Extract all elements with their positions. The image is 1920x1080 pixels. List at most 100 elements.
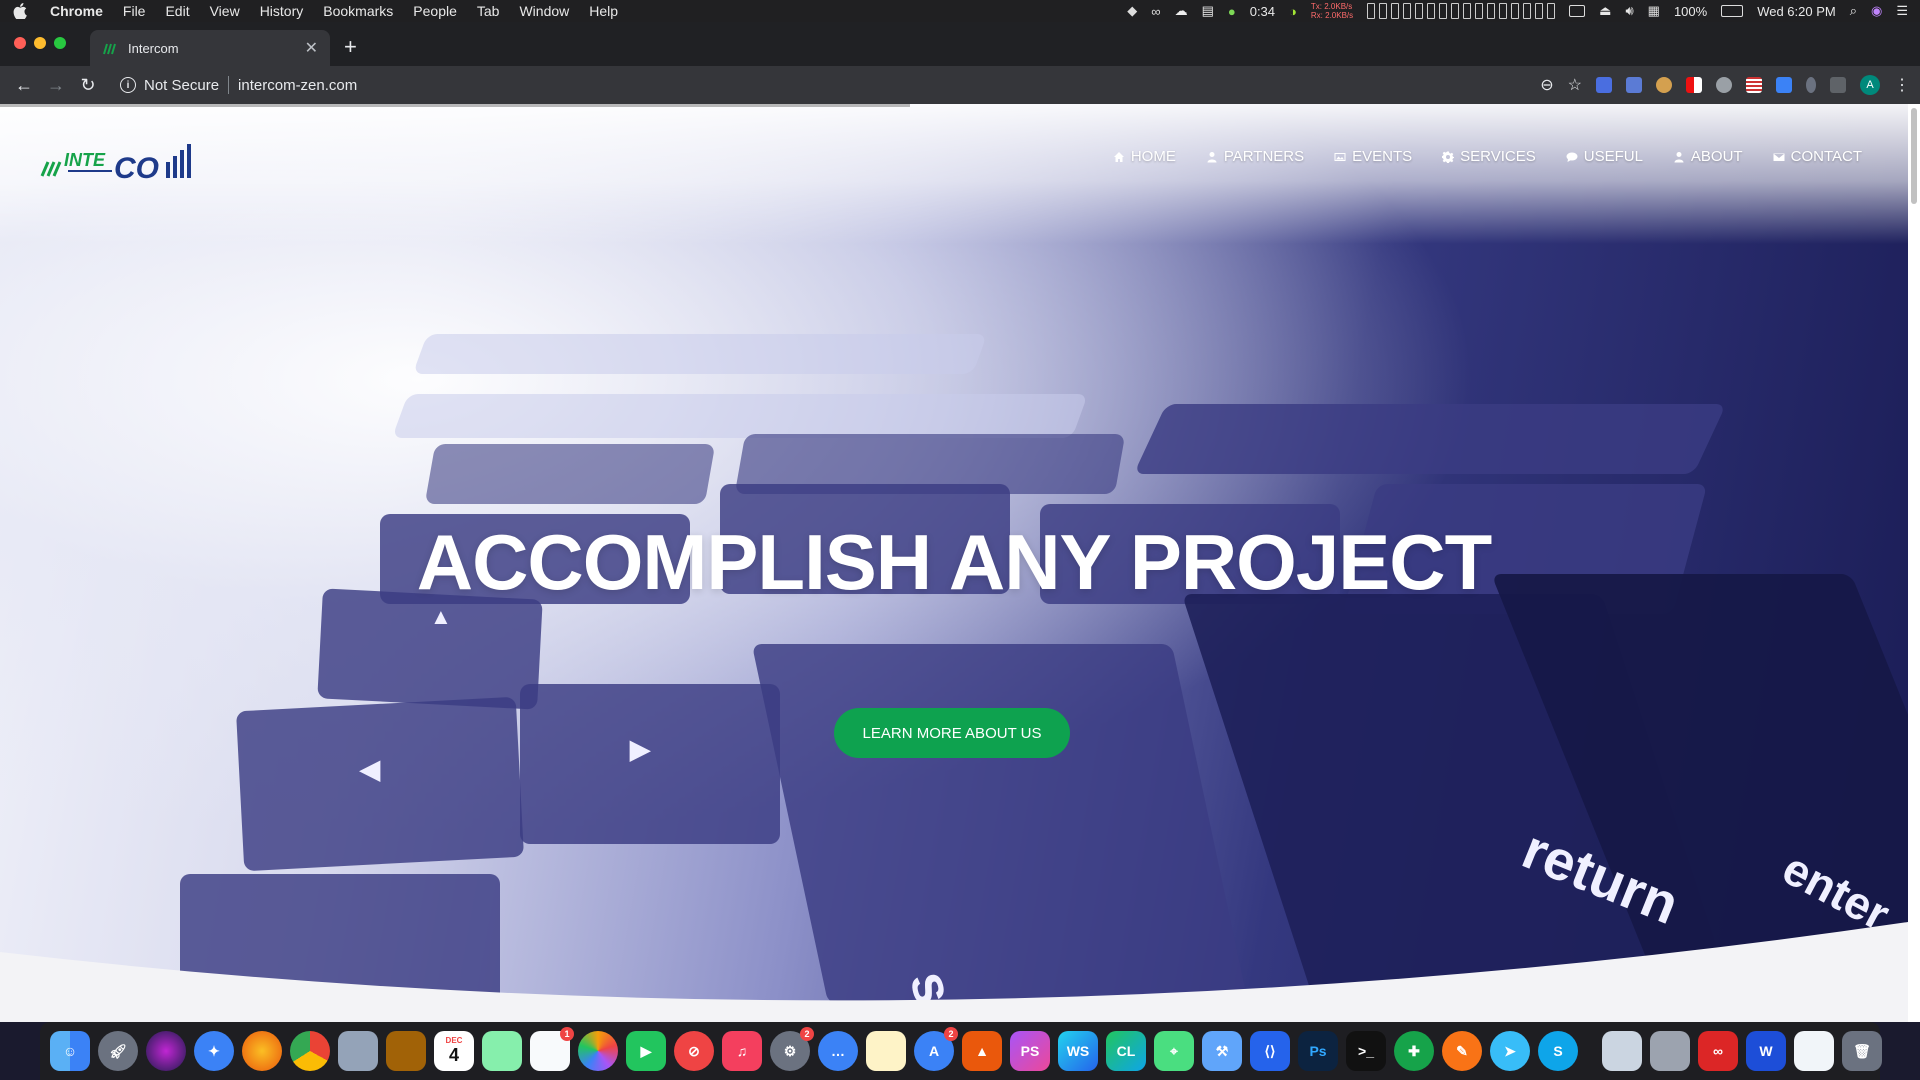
scrollbar-thumb[interactable] bbox=[1911, 108, 1917, 204]
facetime-icon[interactable]: ▶ bbox=[626, 1031, 666, 1071]
browser-tab-intercom[interactable]: Intercom ✕ bbox=[90, 30, 330, 66]
reminders-icon[interactable]: 1 bbox=[530, 1027, 574, 1071]
nav-events[interactable]: EVENTS bbox=[1334, 148, 1412, 165]
archive-icon[interactable] bbox=[1650, 1031, 1690, 1071]
menu-file[interactable]: File bbox=[123, 3, 146, 19]
finder-icon[interactable]: ☺ bbox=[50, 1031, 90, 1071]
photos-icon[interactable] bbox=[578, 1031, 618, 1071]
trash-icon[interactable]: 🗑︎ bbox=[1842, 1031, 1882, 1071]
menu-view[interactable]: View bbox=[210, 3, 240, 19]
back-button[interactable]: ← bbox=[10, 71, 38, 99]
battery-percent[interactable]: 100% bbox=[1674, 4, 1707, 19]
siri-icon[interactable] bbox=[146, 1031, 186, 1071]
volume-icon[interactable]: 🔊︎ bbox=[1625, 3, 1633, 19]
chrome-menu-icon[interactable]: ⋮ bbox=[1894, 75, 1910, 95]
gray-extension-icon[interactable] bbox=[1716, 77, 1732, 93]
nav-useful[interactable]: USEFUL bbox=[1566, 148, 1643, 165]
security-label[interactable]: Not Secure bbox=[144, 77, 219, 94]
launchpad-icon[interactable]: 🚀︎ bbox=[98, 1031, 138, 1071]
photoshop-icon[interactable]: Ps bbox=[1298, 1031, 1338, 1071]
zoom-window-button[interactable] bbox=[54, 37, 66, 49]
matlab-icon[interactable]: ▲ bbox=[962, 1031, 1002, 1071]
battery-icon[interactable] bbox=[1721, 5, 1744, 17]
telegram-icon[interactable]: ➤ bbox=[1490, 1031, 1530, 1071]
code-extension-icon[interactable] bbox=[1830, 77, 1846, 93]
android-studio-icon[interactable]: ⌖ bbox=[1154, 1031, 1194, 1071]
zoom-icon[interactable]: ⊖ bbox=[1540, 75, 1553, 95]
nav-about[interactable]: ABOUT bbox=[1673, 148, 1743, 165]
close-tab-icon[interactable]: ✕ bbox=[305, 38, 318, 58]
menu-bookmarks[interactable]: Bookmarks bbox=[323, 3, 393, 19]
word-icon[interactable]: W bbox=[1746, 1031, 1786, 1071]
menu-app-name[interactable]: Chrome bbox=[50, 3, 103, 19]
pie-chart-icon[interactable]: ◑ bbox=[1289, 4, 1297, 19]
notification-center-icon[interactable]: ☰ bbox=[1896, 3, 1908, 19]
cpu-meter[interactable] bbox=[1367, 3, 1556, 19]
firefox-icon[interactable] bbox=[242, 1031, 282, 1071]
notification-icon[interactable]: ▤ bbox=[1202, 3, 1214, 19]
news-icon[interactable]: ⊘ bbox=[674, 1031, 714, 1071]
menu-tab[interactable]: Tab bbox=[477, 3, 500, 19]
forward-button[interactable]: → bbox=[42, 71, 70, 99]
flag-us-icon[interactable]: ▦ bbox=[1648, 3, 1660, 19]
maps-icon[interactable] bbox=[482, 1031, 522, 1071]
dropbox-icon[interactable]: ◆ bbox=[1127, 3, 1137, 19]
music-icon[interactable]: ♫ bbox=[722, 1031, 762, 1071]
siri-icon[interactable]: ◉ bbox=[1871, 3, 1882, 19]
cookie-extension-icon[interactable] bbox=[1656, 77, 1672, 93]
memory-icon[interactable] bbox=[1569, 5, 1586, 17]
flag-extension-icon[interactable] bbox=[1746, 77, 1762, 93]
learn-more-button[interactable]: LEARN MORE ABOUT US bbox=[834, 708, 1070, 758]
reload-button[interactable]: ↻ bbox=[74, 71, 102, 99]
calendar-icon[interactable]: DEC 4 bbox=[434, 1031, 474, 1071]
profile-avatar[interactable]: A bbox=[1860, 75, 1880, 95]
menu-history[interactable]: History bbox=[260, 3, 304, 19]
stickies-icon[interactable] bbox=[866, 1031, 906, 1071]
xcode-icon[interactable]: ⚒ bbox=[1202, 1031, 1242, 1071]
nav-contact[interactable]: CONTACT bbox=[1773, 148, 1862, 165]
skype-icon[interactable]: S bbox=[1538, 1031, 1578, 1071]
acrobat-icon[interactable]: ∞ bbox=[1698, 1031, 1738, 1071]
site-info-icon[interactable]: i bbox=[120, 77, 136, 93]
menu-help[interactable]: Help bbox=[589, 3, 618, 19]
timer-value[interactable]: 0:34 bbox=[1250, 4, 1275, 19]
new-tab-button[interactable]: + bbox=[344, 34, 357, 60]
menu-people[interactable]: People bbox=[413, 3, 457, 19]
url-text[interactable]: intercom-zen.com bbox=[238, 77, 357, 94]
menu-window[interactable]: Window bbox=[519, 3, 569, 19]
spotlight-search-icon[interactable]: ⌕ bbox=[1850, 3, 1857, 19]
chrome-icon[interactable] bbox=[290, 1031, 330, 1071]
phpstorm-icon[interactable]: PS bbox=[1010, 1031, 1050, 1071]
timer-icon[interactable]: ● bbox=[1228, 4, 1236, 19]
pin-extension-icon[interactable] bbox=[1806, 77, 1816, 93]
paw-app-icon[interactable]: ✎ bbox=[1442, 1031, 1482, 1071]
creative-cloud-icon[interactable]: ∞ bbox=[1151, 4, 1160, 19]
notes-app-icon[interactable] bbox=[386, 1031, 426, 1071]
nav-services[interactable]: SERVICES bbox=[1442, 148, 1536, 165]
clion-icon[interactable]: CL bbox=[1106, 1031, 1146, 1071]
page-scrollbar[interactable] bbox=[1908, 104, 1920, 1022]
address-bar[interactable]: i Not Secure intercom-zen.com bbox=[120, 76, 357, 94]
intercom-logo[interactable]: INTE CO bbox=[34, 140, 194, 184]
translate-extension-icon[interactable] bbox=[1596, 77, 1612, 93]
apple-menu-icon[interactable] bbox=[12, 3, 28, 19]
bookmark-star-icon[interactable]: ☆ bbox=[1568, 75, 1582, 95]
safari-icon[interactable]: ✦ bbox=[194, 1031, 234, 1071]
preview-icon[interactable] bbox=[338, 1031, 378, 1071]
image-capture-icon[interactable] bbox=[1602, 1031, 1642, 1071]
minimize-window-button[interactable] bbox=[34, 37, 46, 49]
utility-app-icon[interactable]: ✚ bbox=[1394, 1031, 1434, 1071]
eject-icon[interactable]: ⏏ bbox=[1599, 3, 1611, 19]
messages-icon[interactable]: … bbox=[818, 1031, 858, 1071]
save-extension-icon[interactable] bbox=[1626, 77, 1642, 93]
network-monitor[interactable]: Tx: 2.0KB/s Rx: 2.0KB/s bbox=[1311, 2, 1353, 20]
terminal-icon[interactable]: >_ bbox=[1346, 1031, 1386, 1071]
stack-extension-icon[interactable] bbox=[1776, 77, 1792, 93]
menu-edit[interactable]: Edit bbox=[165, 3, 189, 19]
webstorm-icon[interactable]: WS bbox=[1058, 1031, 1098, 1071]
document-icon[interactable] bbox=[1794, 1031, 1834, 1071]
system-preferences-icon[interactable]: ⚙ 2 bbox=[770, 1027, 814, 1071]
color-extension-icon[interactable] bbox=[1686, 77, 1702, 93]
close-window-button[interactable] bbox=[14, 37, 26, 49]
nav-home[interactable]: HOME bbox=[1113, 148, 1176, 165]
